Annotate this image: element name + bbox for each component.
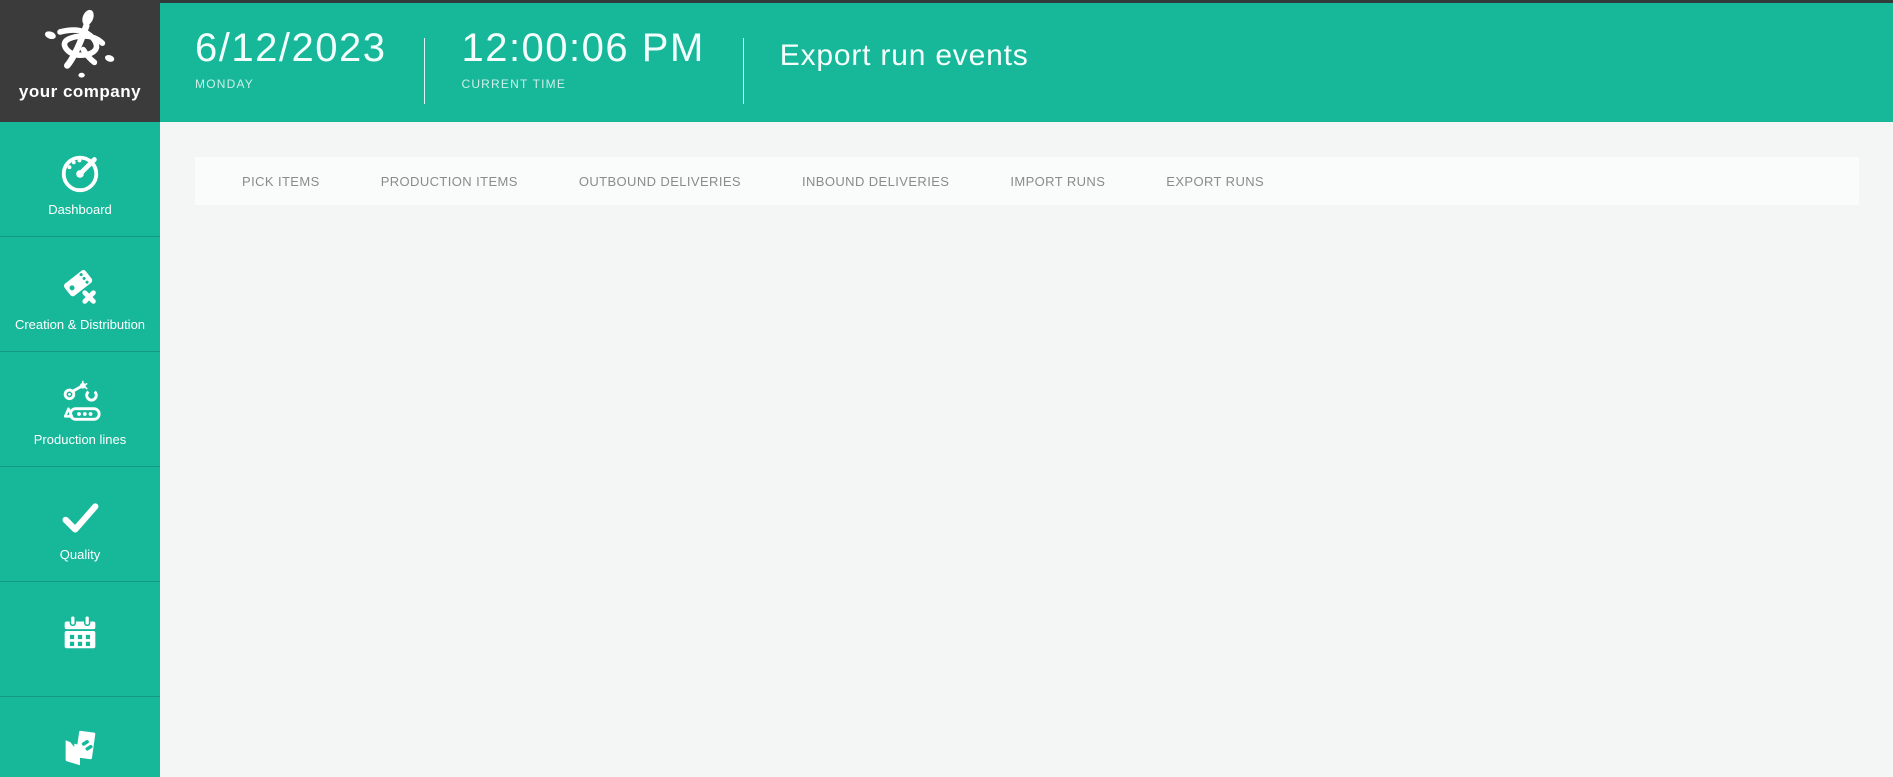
sidebar-item-dashboard[interactable]: Dashboard [0, 122, 160, 237]
header-divider [742, 38, 744, 104]
current-time: 12:00:06 PM [461, 26, 705, 70]
tab-production-items[interactable]: PRODUCTION ITEMS [381, 174, 518, 189]
current-date: 6/12/2023 [195, 26, 387, 70]
page-title: Export run events [779, 39, 1029, 72]
tab-inbound-deliveries[interactable]: INBOUND DELIVERIES [802, 174, 949, 189]
checkmark-icon [62, 503, 99, 533]
tab-import-runs[interactable]: IMPORT RUNS [1010, 174, 1105, 189]
sidebar-item-label: Production lines [33, 432, 127, 447]
header-bar: 6/12/2023 MONDAY 12:00:06 PM CURRENT TIM… [160, 0, 1893, 122]
calendar-icon [64, 614, 96, 649]
box-link-icon [65, 730, 96, 766]
ticket-icon [63, 270, 96, 304]
sidebar-item-label: Quality [59, 547, 101, 562]
content-area: PICK ITEMS PRODUCTION ITEMS OUTBOUND DEL… [160, 122, 1893, 777]
robot-arm-icon [63, 380, 101, 421]
sidebar-item-label: Dashboard [48, 202, 112, 217]
company-logo-text: your company [18, 82, 142, 101]
sidebar-item-master-plan[interactable] [0, 582, 160, 697]
tab-bar: PICK ITEMS PRODUCTION ITEMS OUTBOUND DEL… [195, 157, 1859, 205]
tab-export-runs[interactable]: EXPORT RUNS [1166, 174, 1264, 189]
tab-outbound-deliveries[interactable]: OUTBOUND DELIVERIES [579, 174, 741, 189]
company-logo-icon [44, 9, 115, 78]
date-group: 6/12/2023 MONDAY [195, 28, 386, 91]
sidebar-item-label: Creation & Distribution [14, 317, 146, 332]
gauge-icon [61, 155, 99, 193]
sidebar-item-quality[interactable]: Quality [0, 467, 160, 582]
tab-pick-items[interactable]: PICK ITEMS [242, 174, 320, 189]
sidebar-item-creation-distribution[interactable]: Creation & Distribution [0, 237, 160, 352]
main-sidebar: Dashboard Creation & Distribution Produc… [0, 122, 160, 777]
top-header: your company 6/12/2023 MONDAY 12:00:06 P… [0, 0, 1893, 122]
header-divider [424, 38, 426, 104]
sidebar-item-production-lines[interactable]: Production lines [0, 352, 160, 467]
current-time-label: CURRENT TIME [461, 77, 567, 91]
current-day-label: MONDAY [195, 77, 254, 91]
sidebar-item-bottom-partial[interactable] [0, 697, 160, 777]
company-logo[interactable]: your company [0, 0, 160, 122]
time-group: 12:00:06 PM CURRENT TIME [461, 28, 704, 91]
